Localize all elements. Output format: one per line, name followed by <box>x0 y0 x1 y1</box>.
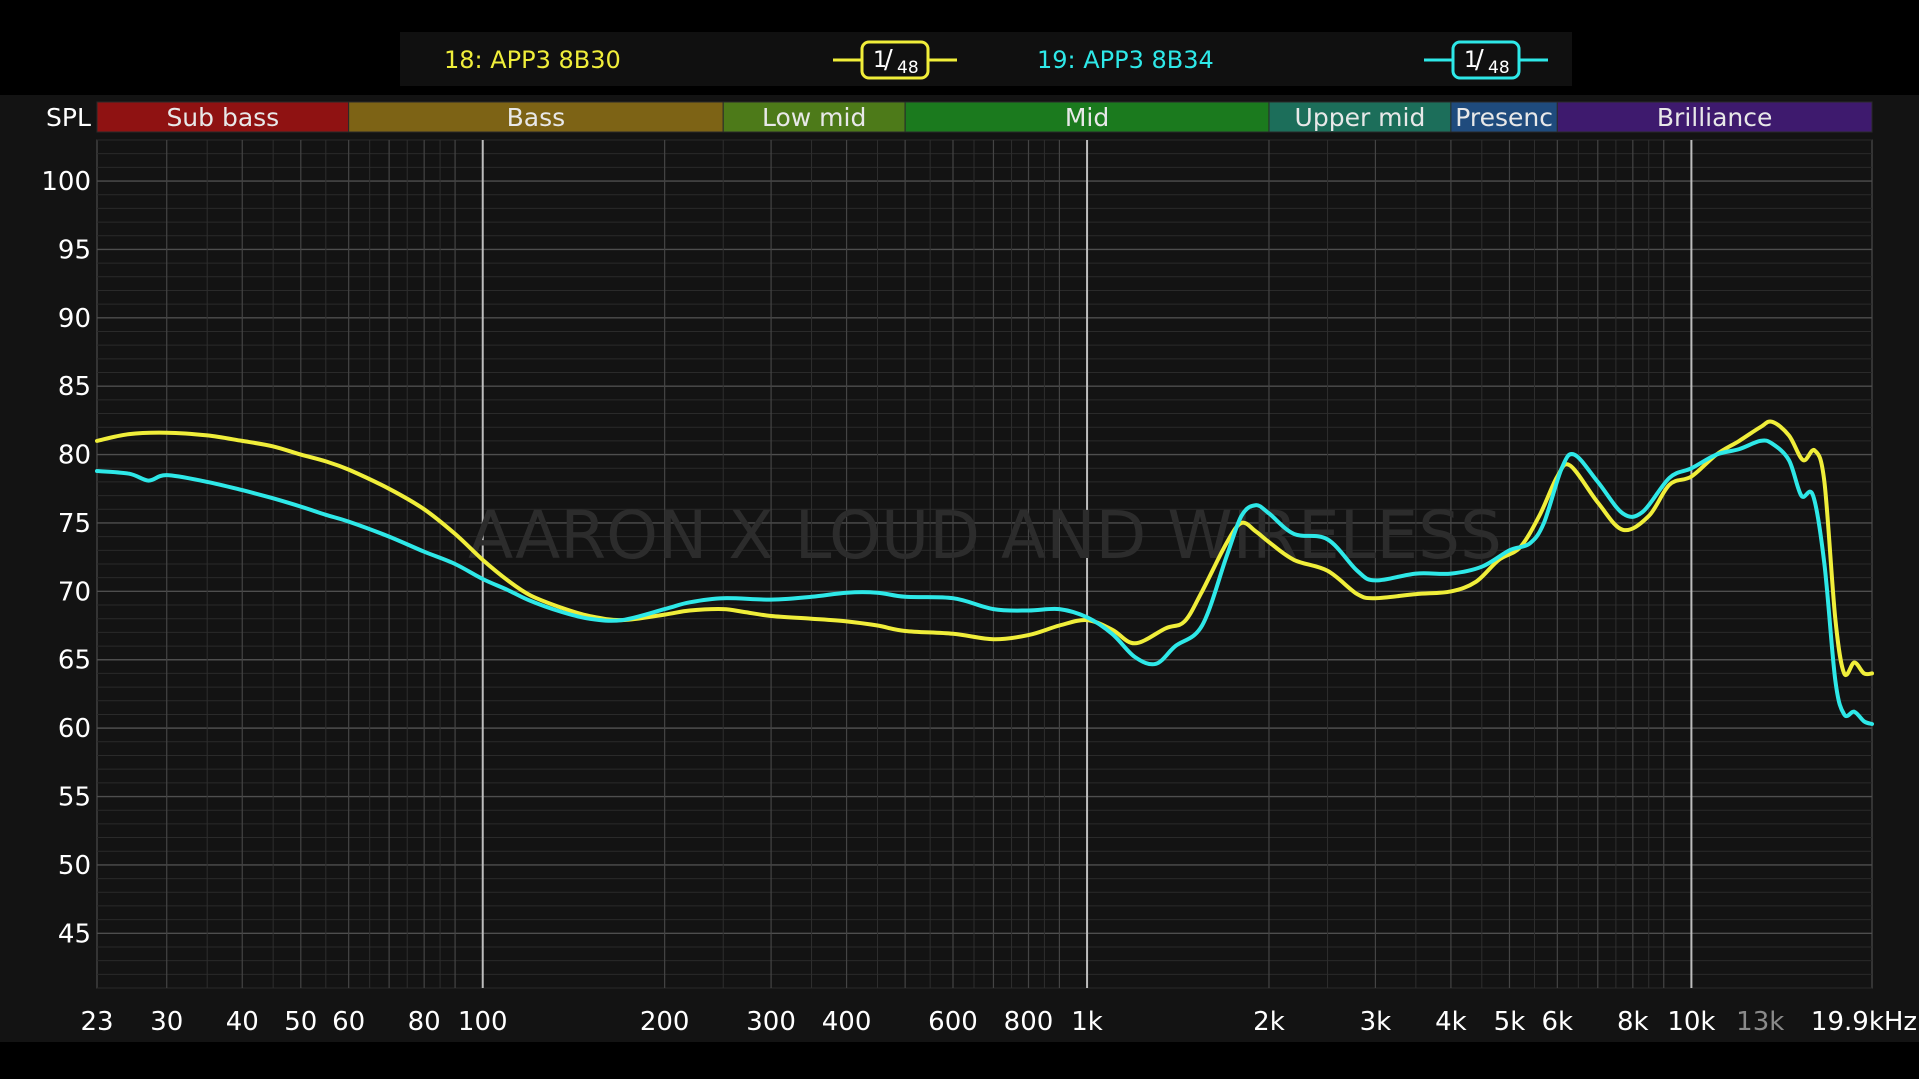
x-tick-label: 200 <box>640 1007 690 1037</box>
smoothing-slash-1: / <box>884 45 893 75</box>
legend-label-1: 18: APP3 8B30 <box>444 46 621 74</box>
x-tick-label: 5k <box>1494 1007 1526 1037</box>
watermark-text: AARON X LOUD AND WIRELESS <box>468 497 1502 574</box>
band-label-1: Sub bass <box>166 103 279 132</box>
band-label-2: Bass <box>507 103 566 132</box>
x-tick-label: 60 <box>332 1007 365 1037</box>
y-tick-label: 55 <box>58 783 91 813</box>
frequency-response-chart: 18: APP3 8B30 1/48 19: APP3 8B34 1/48 Sub b… <box>0 0 1919 1079</box>
band-label-4: Mid <box>1065 103 1109 132</box>
x-tick-label: 8k <box>1617 1007 1649 1037</box>
x-tick-label: 10k <box>1667 1007 1715 1037</box>
x-tick-label: 1k <box>1071 1007 1103 1037</box>
x-tick-label: 50 <box>284 1007 317 1037</box>
x-tick-label: 30 <box>150 1007 183 1037</box>
y-tick-label: 90 <box>58 304 91 334</box>
y-tick-label: 95 <box>58 235 91 265</box>
x-tick-label: 400 <box>822 1007 872 1037</box>
x-tick-label: 4k <box>1435 1007 1467 1037</box>
x-tick-label: 6k <box>1542 1007 1574 1037</box>
y-tick-label: 65 <box>58 646 91 676</box>
x-tick-label: 3k <box>1360 1007 1392 1037</box>
y-tick-label: 50 <box>58 851 91 881</box>
x-tick-label: 40 <box>226 1007 259 1037</box>
y-tick-label: 60 <box>58 714 91 744</box>
smoothing-denominator-2: 48 <box>1488 58 1510 78</box>
x-tick-label: 80 <box>408 1007 441 1037</box>
frequency-band-strip: Sub bass Bass Low mid Mid Upper mid Presenc Br… <box>96 101 1873 133</box>
legend-bar: 18: APP3 8B30 1/48 19: APP3 8B34 1/48 <box>400 32 1572 86</box>
band-label-3: Low mid <box>762 103 866 132</box>
y-axis-label: SPL <box>46 103 91 132</box>
y-tick-label: 70 <box>58 577 91 607</box>
x-tick-label: 23 <box>80 1007 113 1037</box>
y-tick-label: 80 <box>58 441 91 471</box>
smoothing-denominator-1: 48 <box>897 58 919 78</box>
y-tick-label: 75 <box>58 509 91 539</box>
smoothing-slash-2: / <box>1475 45 1484 75</box>
legend-label-2: 19: APP3 8B34 <box>1037 46 1214 74</box>
x-tick-label: 19.9kHz <box>1811 1007 1917 1037</box>
x-tick-label: 13k <box>1736 1007 1784 1037</box>
band-label-6: Presenc <box>1455 103 1553 132</box>
watermark: AARON X LOUD AND WIRELESS <box>468 497 1502 574</box>
y-tick-label: 45 <box>58 919 91 949</box>
x-tick-label: 600 <box>928 1007 978 1037</box>
band-label-7: Brilliance <box>1657 103 1773 132</box>
band-label-5: Upper mid <box>1295 103 1426 132</box>
x-tick-label: 300 <box>746 1007 796 1037</box>
x-tick-label: 800 <box>1004 1007 1054 1037</box>
x-tick-label: 2k <box>1253 1007 1285 1037</box>
x-tick-label: 100 <box>458 1007 508 1037</box>
y-tick-label: 85 <box>58 372 91 402</box>
y-tick-label: 100 <box>41 167 91 197</box>
